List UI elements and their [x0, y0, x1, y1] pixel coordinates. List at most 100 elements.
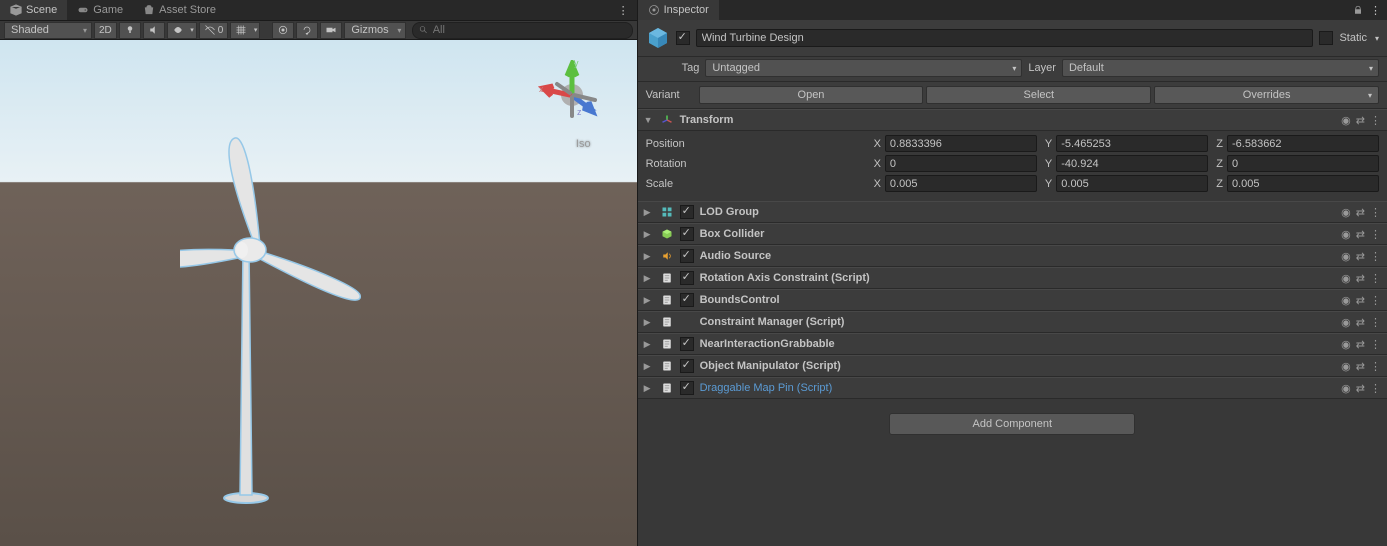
- component-enabled-checkbox[interactable]: [680, 227, 694, 241]
- transform-header[interactable]: ▼ Transform ◉ ⇄ ⋮: [638, 109, 1387, 131]
- help-icon[interactable]: ◉: [1341, 338, 1351, 351]
- component-enabled-checkbox[interactable]: [680, 293, 694, 307]
- scale-y[interactable]: [1056, 175, 1208, 192]
- help-icon[interactable]: ◉: [1341, 360, 1351, 373]
- preset-icon[interactable]: ⇄: [1356, 250, 1365, 263]
- preset-icon[interactable]: ⇄: [1356, 114, 1365, 127]
- foldout-icon: ▶: [644, 251, 654, 262]
- help-icon[interactable]: ◉: [1341, 272, 1351, 285]
- tool-handle-pivot[interactable]: [272, 22, 294, 39]
- panel-menu-icon[interactable]: ⋮: [610, 4, 637, 17]
- gizmos-dropdown[interactable]: Gizmos: [344, 22, 406, 39]
- audio-toggle[interactable]: [143, 22, 165, 39]
- inspector-lock[interactable]: ⋮: [1352, 4, 1387, 17]
- menu-icon[interactable]: ⋮: [1370, 206, 1381, 219]
- tag-dropdown[interactable]: Untagged: [705, 59, 1022, 77]
- lighting-toggle[interactable]: [119, 22, 141, 39]
- rotation-x[interactable]: [885, 155, 1037, 172]
- preset-icon[interactable]: ⇄: [1356, 228, 1365, 241]
- preset-icon[interactable]: ⇄: [1356, 382, 1365, 395]
- menu-icon[interactable]: ⋮: [1370, 382, 1381, 395]
- position-y[interactable]: [1056, 135, 1208, 152]
- menu-icon[interactable]: ⋮: [1370, 228, 1381, 241]
- component-enabled-checkbox[interactable]: [680, 205, 694, 219]
- help-icon[interactable]: ◉: [1341, 316, 1351, 329]
- component-enabled-checkbox[interactable]: [680, 359, 694, 373]
- scale-x[interactable]: [885, 175, 1037, 192]
- tab-inspector[interactable]: i Inspector: [638, 0, 719, 20]
- component-header[interactable]: ▶BoundsControl◉⇄⋮: [638, 289, 1387, 311]
- foldout-icon: ▶: [644, 229, 654, 240]
- help-icon[interactable]: ◉: [1341, 228, 1351, 241]
- preset-icon[interactable]: ⇄: [1356, 338, 1365, 351]
- help-icon[interactable]: ◉: [1341, 114, 1351, 127]
- shading-dropdown[interactable]: Shaded: [4, 22, 92, 39]
- component-header[interactable]: ▶Draggable Map Pin (Script)◉⇄⋮: [638, 377, 1387, 399]
- layer-dropdown[interactable]: Default: [1062, 59, 1379, 77]
- search-input[interactable]: [433, 24, 626, 36]
- position-x[interactable]: [885, 135, 1037, 152]
- component-title: Transform: [680, 114, 1336, 126]
- preset-icon[interactable]: ⇄: [1356, 316, 1365, 329]
- audio-icon: [660, 249, 674, 263]
- projection-label[interactable]: Iso: [576, 138, 591, 150]
- menu-icon[interactable]: ⋮: [1370, 338, 1381, 351]
- scene-search[interactable]: [412, 22, 632, 39]
- preset-icon[interactable]: ⇄: [1356, 360, 1365, 373]
- component-header[interactable]: ▶NearInteractionGrabbable◉⇄⋮: [638, 333, 1387, 355]
- grid-toggle[interactable]: ▾: [230, 22, 260, 39]
- component-header[interactable]: ▶ Box Collider ◉ ⇄ ⋮: [638, 223, 1387, 245]
- component-header[interactable]: ▶LOD Group◉⇄⋮: [638, 201, 1387, 223]
- help-icon[interactable]: ◉: [1341, 382, 1351, 395]
- camera-toggle[interactable]: [320, 22, 342, 39]
- component-enabled-checkbox[interactable]: [680, 381, 694, 395]
- menu-icon[interactable]: ⋮: [1370, 294, 1381, 307]
- static-checkbox[interactable]: [1319, 31, 1333, 45]
- object-enabled-checkbox[interactable]: [676, 31, 690, 45]
- rotation-label: Rotation: [646, 158, 866, 170]
- tab-scene[interactable]: Scene: [0, 0, 67, 20]
- menu-icon[interactable]: ⋮: [1370, 114, 1381, 127]
- transform-icon: [660, 113, 674, 127]
- scene-viewport[interactable]: x y z Iso: [0, 40, 637, 546]
- prefab-open-button[interactable]: Open: [699, 86, 924, 104]
- tool-handle-rotation[interactable]: [296, 22, 318, 39]
- panel-menu-icon[interactable]: ⋮: [1370, 4, 1381, 17]
- component-header[interactable]: ▶Object Manipulator (Script)◉⇄⋮: [638, 355, 1387, 377]
- component-header[interactable]: ▶Audio Source◉⇄⋮: [638, 245, 1387, 267]
- component-header[interactable]: ▶Rotation Axis Constraint (Script)◉⇄⋮: [638, 267, 1387, 289]
- help-icon[interactable]: ◉: [1341, 294, 1351, 307]
- component-title: Box Collider: [700, 228, 1336, 240]
- 2d-toggle[interactable]: 2D: [94, 22, 117, 39]
- component-enabled-checkbox[interactable]: [680, 337, 694, 351]
- prefab-overrides-dropdown[interactable]: Overrides: [1154, 86, 1379, 104]
- tab-asset-store[interactable]: Asset Store: [133, 0, 226, 20]
- menu-icon[interactable]: ⋮: [1370, 316, 1381, 329]
- position-z[interactable]: [1227, 135, 1379, 152]
- scale-z[interactable]: [1227, 175, 1379, 192]
- preset-icon[interactable]: ⇄: [1356, 272, 1365, 285]
- static-dropdown-arrow[interactable]: ▾: [1375, 34, 1379, 43]
- component-header[interactable]: ▶Constraint Manager (Script)◉⇄⋮: [638, 311, 1387, 333]
- component-enabled-checkbox[interactable]: [680, 271, 694, 285]
- preset-icon[interactable]: ⇄: [1356, 206, 1365, 219]
- object-name-field[interactable]: [696, 29, 1314, 47]
- fx-toggle[interactable]: ▾: [167, 22, 197, 39]
- rotation-y[interactable]: [1056, 155, 1208, 172]
- rotation-z[interactable]: [1227, 155, 1379, 172]
- tab-game[interactable]: Game: [67, 0, 133, 20]
- hidden-objects[interactable]: 0: [199, 22, 229, 39]
- menu-icon[interactable]: ⋮: [1370, 360, 1381, 373]
- add-component-button[interactable]: Add Component: [889, 413, 1135, 435]
- orientation-gizmo[interactable]: x y z: [537, 60, 607, 130]
- menu-icon[interactable]: ⋮: [1370, 272, 1381, 285]
- help-icon[interactable]: ◉: [1341, 250, 1351, 263]
- component-enabled-checkbox[interactable]: [680, 249, 694, 263]
- help-icon[interactable]: ◉: [1341, 206, 1351, 219]
- menu-icon[interactable]: ⋮: [1370, 250, 1381, 263]
- prefab-select-button[interactable]: Select: [926, 86, 1151, 104]
- foldout-icon: ▶: [644, 207, 654, 218]
- preset-icon[interactable]: ⇄: [1356, 294, 1365, 307]
- store-icon: [143, 4, 155, 16]
- foldout-icon: ▶: [644, 361, 654, 372]
